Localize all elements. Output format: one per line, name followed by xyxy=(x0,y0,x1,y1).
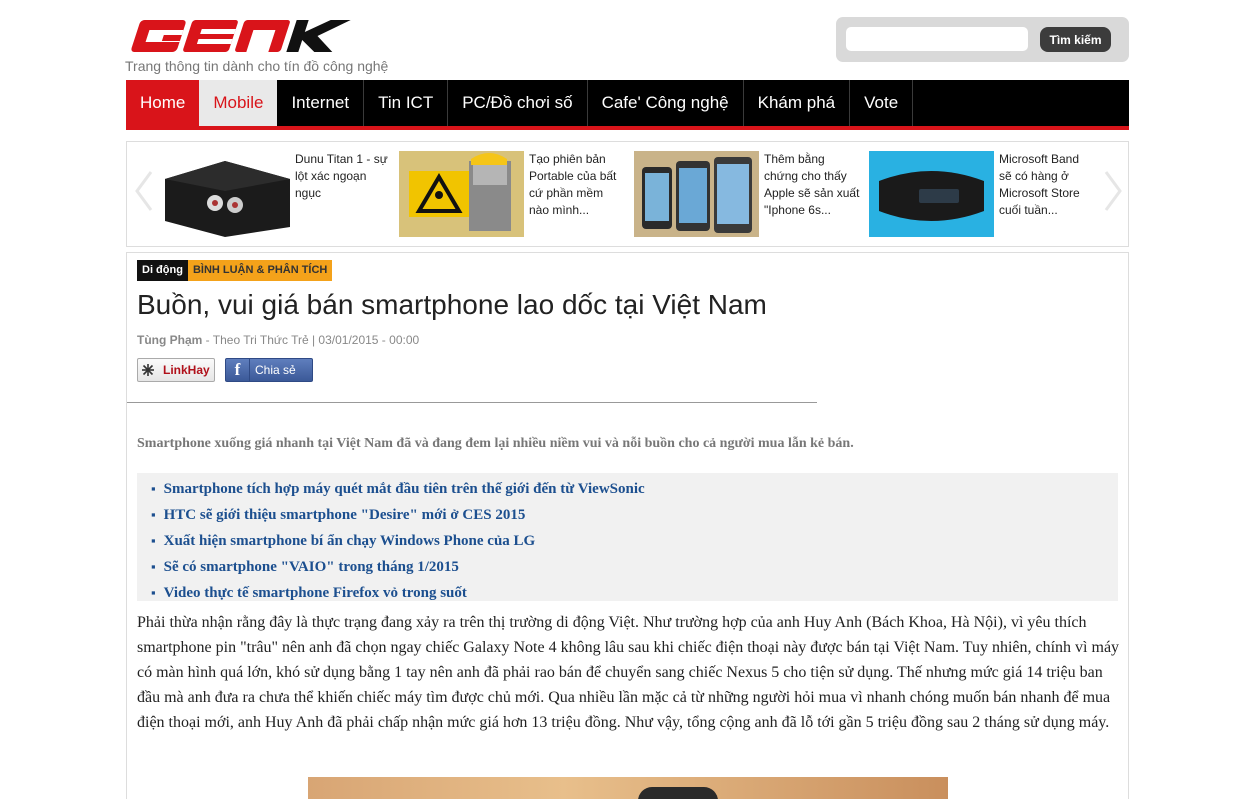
article-image[interactable] xyxy=(308,777,948,799)
article-source-date: - Theo Tri Thức Trẻ | 03/01/2015 - 00:00 xyxy=(202,333,420,347)
nav-item-home[interactable]: Home xyxy=(126,80,200,126)
slide-caption[interactable]: Tạo phiên bản Portable của bất cứ phần m… xyxy=(529,151,625,219)
slide-thumbnail xyxy=(165,151,290,237)
slide-caption[interactable]: Dunu Titan 1 - sự lột xác ngoạn ngục xyxy=(295,151,391,202)
facebook-share-label: Chia sẻ xyxy=(255,363,296,377)
genk-logo[interactable] xyxy=(126,16,366,60)
featured-carousel: Dunu Titan 1 - sự lột xác ngoạn ngục Tạo… xyxy=(126,141,1129,247)
article-body-paragraph: Phải thừa nhận rằng đây là thực trạng đa… xyxy=(137,614,1120,731)
subcategory-tag[interactable]: BÌNH LUẬN & PHÂN TÍCH xyxy=(187,260,333,281)
nav-item-kham-pha[interactable]: Khám phá xyxy=(744,80,851,126)
facebook-icon: f xyxy=(226,359,250,381)
nav-item-vote[interactable]: Vote xyxy=(850,80,914,126)
slide-caption[interactable]: Microsoft Band sẽ có hàng ở Microsoft St… xyxy=(999,151,1095,219)
nav-item-internet[interactable]: Internet xyxy=(277,80,365,126)
chevron-left-icon[interactable] xyxy=(131,168,157,214)
search-box: Tìm kiếm xyxy=(836,17,1129,62)
linkhay-share-button[interactable]: LinkHay xyxy=(137,358,215,382)
search-input[interactable] xyxy=(846,27,1028,51)
slide-thumbnail xyxy=(634,151,759,237)
linkhay-label: LinkHay xyxy=(163,363,210,377)
article-meta: Tùng Phạm - Theo Tri Thức Trẻ | 03/01/20… xyxy=(137,333,419,347)
phone-image xyxy=(638,787,718,799)
nav-underline xyxy=(126,126,1129,130)
main-nav: Home Mobile Internet Tin ICT PC/Đồ chơi … xyxy=(126,80,1129,126)
related-links: Smartphone tích hợp máy quét mắt đầu tiê… xyxy=(137,473,1118,601)
category-tags: Di động BÌNH LUẬN & PHÂN TÍCH xyxy=(137,260,333,281)
nav-item-mobile[interactable]: Mobile xyxy=(199,80,278,126)
divider xyxy=(127,402,817,403)
related-link[interactable]: HTC sẽ giới thiệu smartphone "Desire" mớ… xyxy=(151,502,1118,528)
facebook-share-button[interactable]: f Chia sẻ xyxy=(225,358,313,382)
site-tagline: Trang thông tin dành cho tín đồ công ngh… xyxy=(125,58,389,74)
article-title: Buồn, vui giá bán smartphone lao dốc tại… xyxy=(137,289,767,320)
nav-item-cafe-cong-nghe[interactable]: Cafe' Công nghệ xyxy=(588,80,744,126)
article-sapo: Smartphone xuống giá nhanh tại Việt Nam … xyxy=(137,436,854,451)
category-tag[interactable]: Di động xyxy=(137,260,188,281)
slide-caption[interactable]: Thêm bằng chứng cho thấy Apple sẽ sản xu… xyxy=(764,151,860,219)
related-link[interactable]: Video thực tế smartphone Firefox vỏ tron… xyxy=(151,580,1118,606)
article-author[interactable]: Tùng Phạm xyxy=(137,333,202,347)
nav-item-pc-do-choi-so[interactable]: PC/Đồ chơi số xyxy=(448,80,588,126)
nav-item-tin-ict[interactable]: Tin ICT xyxy=(364,80,449,126)
linkhay-icon xyxy=(138,359,158,381)
related-link[interactable]: Xuất hiện smartphone bí ẩn chạy Windows … xyxy=(151,528,1118,554)
related-link[interactable]: Sẽ có smartphone "VAIO" trong tháng 1/20… xyxy=(151,554,1118,580)
search-button[interactable]: Tìm kiếm xyxy=(1040,27,1111,52)
article: Di động BÌNH LUẬN & PHÂN TÍCH Buồn, vui … xyxy=(126,252,1129,799)
related-link[interactable]: Smartphone tích hợp máy quét mắt đầu tiê… xyxy=(151,476,1118,502)
slide-thumbnail xyxy=(869,151,994,237)
slide-thumbnail xyxy=(399,151,524,237)
chevron-right-icon[interactable] xyxy=(1100,168,1126,214)
